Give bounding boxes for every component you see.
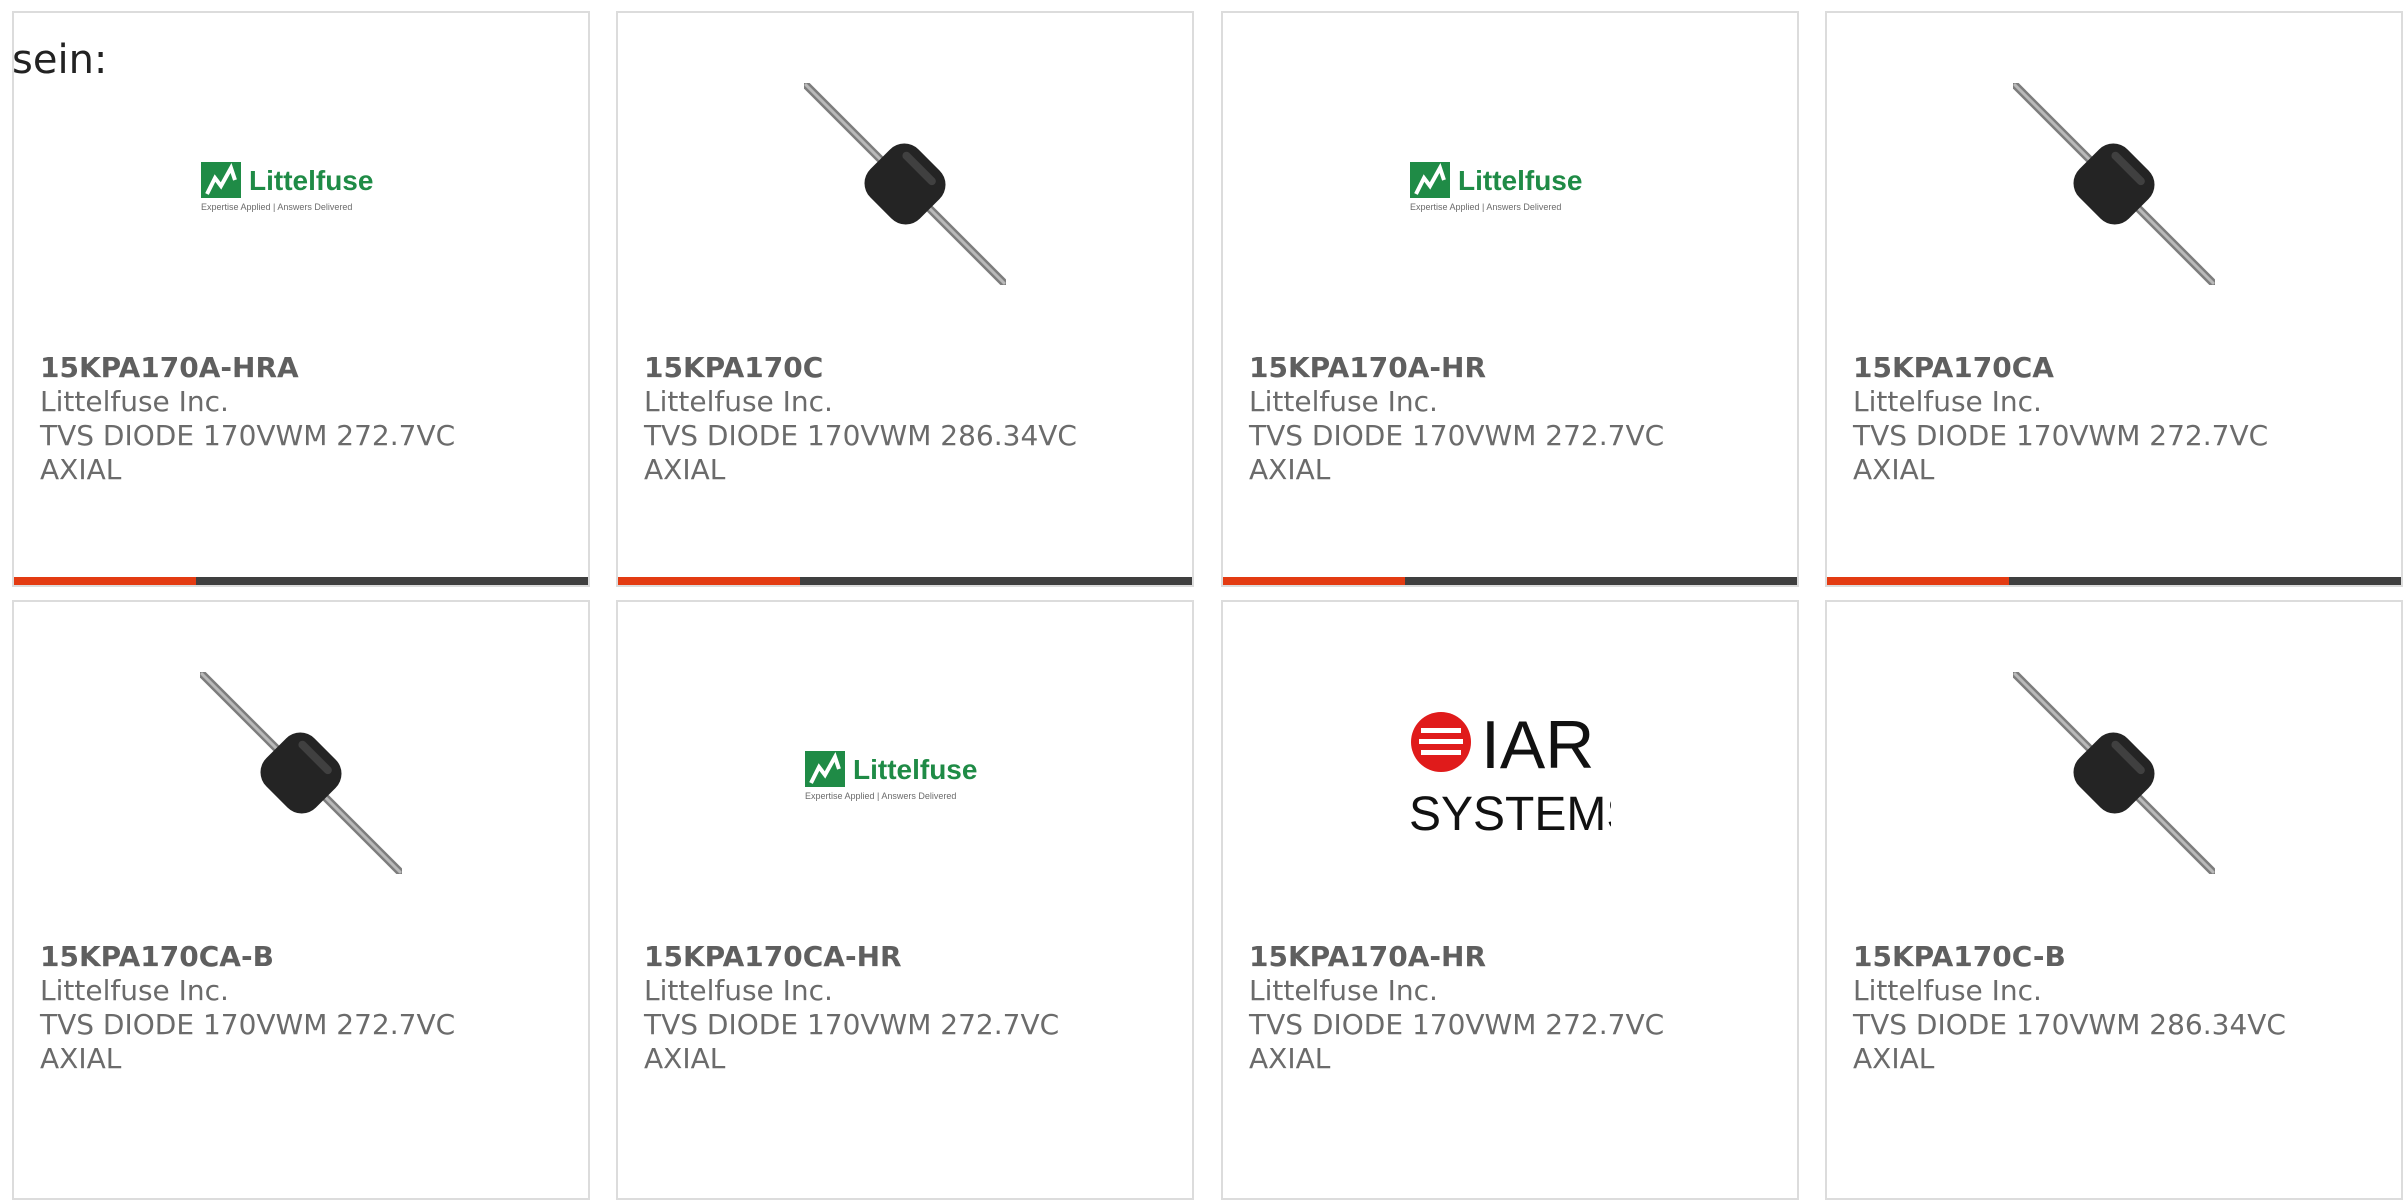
product-image-littelfuse-logo: Littelfuse Expertise Applied | Answers D… [200, 83, 402, 285]
part-number-link[interactable]: 15KPA170C [644, 351, 1172, 385]
product-image-littelfuse-logo: Littelfuse Expertise Applied | Answers D… [1409, 83, 1611, 285]
svg-text:SYSTEMS: SYSTEMS [1409, 788, 1611, 838]
axial-diode-icon [200, 672, 402, 874]
product-info: 15KPA170C-B Littelfuse Inc. TVS DIODE 17… [1853, 940, 2381, 1076]
product-image-axial-diode [200, 672, 402, 874]
card-accent-bar [1223, 577, 1797, 585]
product-image-axial-diode [2013, 672, 2215, 874]
description: TVS DIODE 170VWM 272.7VC [1249, 419, 1665, 452]
svg-text:Littelfuse: Littelfuse [1458, 165, 1582, 196]
card-accent-bar [618, 577, 1192, 585]
description-package: AXIAL [40, 1042, 122, 1075]
description: TVS DIODE 170VWM 272.7VC [1853, 419, 2269, 452]
svg-text:Littelfuse: Littelfuse [853, 754, 977, 785]
part-number-link[interactable]: 15KPA170CA-HR [644, 940, 1172, 974]
description: TVS DIODE 170VWM 272.7VC [40, 419, 456, 452]
description: TVS DIODE 170VWM 286.34VC [1853, 1008, 2286, 1041]
part-number-link[interactable]: 15KPA170A-HRA [40, 351, 568, 385]
product-card[interactable]: Littelfuse Expertise Applied | Answers D… [12, 11, 590, 587]
description-package: AXIAL [1249, 453, 1331, 486]
svg-text:IAR: IAR [1481, 708, 1594, 783]
axial-diode-icon [2013, 672, 2215, 874]
intro-text: sein: [12, 37, 108, 83]
product-grid: Littelfuse Expertise Applied | Answers D… [12, 11, 2405, 1200]
littelfuse-logo-icon: Littelfuse Expertise Applied | Answers D… [805, 751, 977, 801]
part-number-link[interactable]: 15KPA170CA [1853, 351, 2381, 385]
axial-diode-icon [804, 83, 1006, 285]
description-package: AXIAL [40, 453, 122, 486]
description: TVS DIODE 170VWM 272.7VC [40, 1008, 456, 1041]
manufacturer: Littelfuse Inc. [1853, 974, 2042, 1007]
manufacturer: Littelfuse Inc. [40, 385, 229, 418]
part-number-link[interactable]: 15KPA170C-B [1853, 940, 2381, 974]
product-info: 15KPA170CA Littelfuse Inc. TVS DIODE 170… [1853, 351, 2381, 487]
littelfuse-logo-icon: Littelfuse Expertise Applied | Answers D… [201, 162, 373, 212]
part-number-link[interactable]: 15KPA170A-HR [1249, 940, 1777, 974]
description-package: AXIAL [1853, 1042, 1935, 1075]
part-number-link[interactable]: 15KPA170A-HR [1249, 351, 1777, 385]
iar-systems-logo-icon: IAR SYSTEMS [1409, 708, 1611, 838]
product-card[interactable]: Littelfuse Expertise Applied | Answers D… [616, 600, 1194, 1200]
description-package: AXIAL [1249, 1042, 1331, 1075]
manufacturer: Littelfuse Inc. [644, 974, 833, 1007]
card-accent-bar [14, 577, 588, 585]
product-card[interactable]: Littelfuse Expertise Applied | Answers D… [1221, 11, 1799, 587]
littelfuse-logo-icon: Littelfuse Expertise Applied | Answers D… [1410, 162, 1582, 212]
product-info: 15KPA170CA-B Littelfuse Inc. TVS DIODE 1… [40, 940, 568, 1076]
manufacturer: Littelfuse Inc. [644, 385, 833, 418]
product-image-axial-diode [804, 83, 1006, 285]
description-package: AXIAL [644, 1042, 726, 1075]
product-card[interactable]: 15KPA170CA Littelfuse Inc. TVS DIODE 170… [1825, 11, 2403, 587]
product-image-axial-diode [2013, 83, 2215, 285]
svg-text:Littelfuse: Littelfuse [249, 165, 373, 196]
product-card[interactable]: 15KPA170C Littelfuse Inc. TVS DIODE 170V… [616, 11, 1194, 587]
description: TVS DIODE 170VWM 286.34VC [644, 419, 1077, 452]
product-info: 15KPA170A-HR Littelfuse Inc. TVS DIODE 1… [1249, 351, 1777, 487]
product-info: 15KPA170A-HRA Littelfuse Inc. TVS DIODE … [40, 351, 568, 487]
product-info: 15KPA170CA-HR Littelfuse Inc. TVS DIODE … [644, 940, 1172, 1076]
product-info: 15KPA170A-HR Littelfuse Inc. TVS DIODE 1… [1249, 940, 1777, 1076]
part-number-link[interactable]: 15KPA170CA-B [40, 940, 568, 974]
card-accent-bar [1827, 577, 2401, 585]
description-package: AXIAL [1853, 453, 1935, 486]
svg-text:Expertise Applied | Answers De: Expertise Applied | Answers Delivered [805, 791, 956, 801]
description-package: AXIAL [644, 453, 726, 486]
product-image-iar-systems-logo: IAR SYSTEMS [1409, 672, 1611, 874]
axial-diode-icon [2013, 83, 2215, 285]
product-info: 15KPA170C Littelfuse Inc. TVS DIODE 170V… [644, 351, 1172, 487]
description: TVS DIODE 170VWM 272.7VC [1249, 1008, 1665, 1041]
svg-text:Expertise Applied | Answers De: Expertise Applied | Answers Delivered [201, 202, 352, 212]
manufacturer: Littelfuse Inc. [40, 974, 229, 1007]
product-card[interactable]: IAR SYSTEMS 15KPA170A-HR Littelfuse Inc.… [1221, 600, 1799, 1200]
svg-text:Expertise Applied | Answers De: Expertise Applied | Answers Delivered [1410, 202, 1561, 212]
manufacturer: Littelfuse Inc. [1249, 385, 1438, 418]
manufacturer: Littelfuse Inc. [1249, 974, 1438, 1007]
product-card[interactable]: 15KPA170C-B Littelfuse Inc. TVS DIODE 17… [1825, 600, 2403, 1200]
product-image-littelfuse-logo: Littelfuse Expertise Applied | Answers D… [804, 672, 1006, 874]
product-card[interactable]: 15KPA170CA-B Littelfuse Inc. TVS DIODE 1… [12, 600, 590, 1200]
description: TVS DIODE 170VWM 272.7VC [644, 1008, 1060, 1041]
manufacturer: Littelfuse Inc. [1853, 385, 2042, 418]
